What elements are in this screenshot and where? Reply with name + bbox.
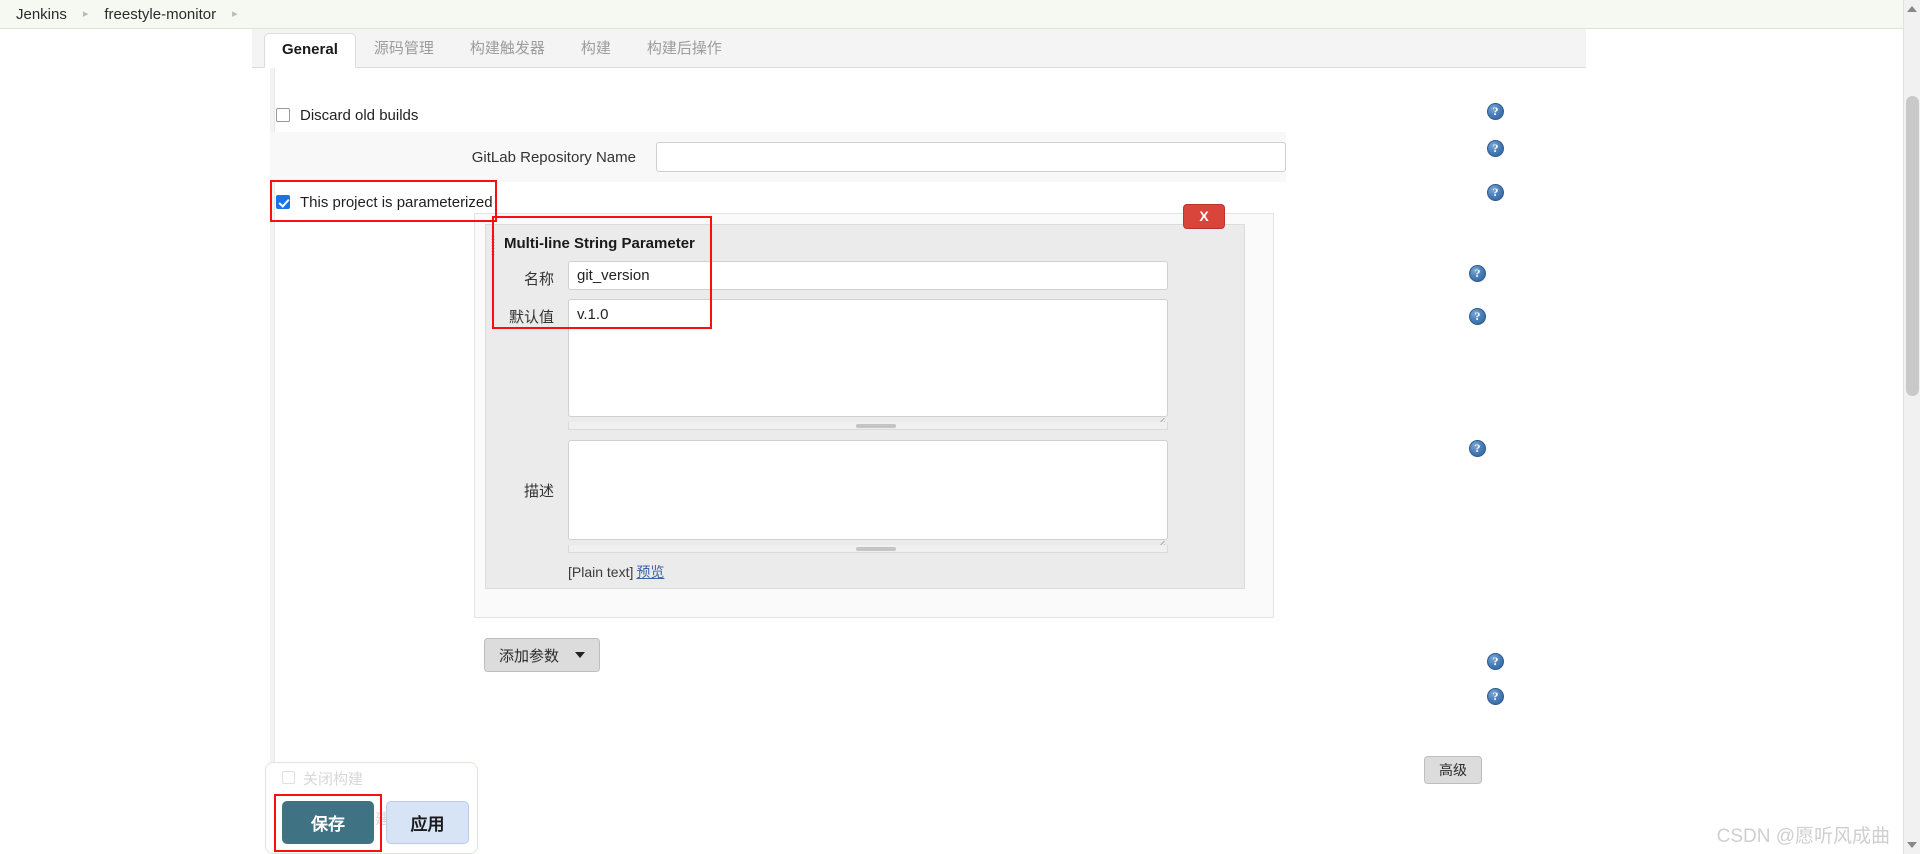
parameter-default-value-label: 默认值 [508,309,554,326]
scrollbar-thumb[interactable] [1906,96,1919,396]
row-parameter-default-value: 默认值 [486,299,1244,430]
advanced-button[interactable]: 高级 [1424,756,1482,784]
tab-post-build-actions[interactable]: 构建后操作 [629,29,740,67]
remove-parameter-button[interactable]: X [1183,204,1225,229]
left-sidebar [0,29,252,854]
help-icon-project-parameterized[interactable]: ? [1487,184,1504,201]
tab-source-code-management[interactable]: 源码管理 [356,29,452,67]
row-gitlab-repository-name: GitLab Repository Name [270,132,1286,182]
help-icon-parameter-description[interactable]: ? [1469,440,1486,457]
parameter-name-label: 名称 [523,271,554,288]
parameter-description-textarea[interactable] [568,440,1168,540]
breadcrumb-separator-icon-2: ▸ [232,7,238,20]
help-icon-gitlab-repository-name[interactable]: ? [1487,140,1504,157]
parameter-description-label: 描述 [523,483,554,500]
description-textarea-wrap [568,440,1168,553]
breadcrumb-item-jenkins[interactable]: Jenkins [14,6,69,23]
scroll-up-arrow-icon[interactable] [1907,6,1917,12]
help-icon-parameter-default-value[interactable]: ? [1469,308,1486,325]
disable-build-label: 关闭构建 [303,771,364,788]
parameter-type-title: Multi-line String Parameter [504,235,695,252]
parameter-default-value-textarea[interactable] [568,299,1168,417]
watermark: CSDN @愿听风成曲 [1716,826,1890,847]
breadcrumb-item-freestyle-monitor[interactable]: freestyle-monitor [102,6,218,23]
preview-link[interactable]: 预览 [636,564,664,580]
tab-build-triggers[interactable]: 构建触发器 [452,29,563,67]
drag-handle-icon[interactable] [490,235,497,255]
row-discard-old-builds: Discard old builds [276,98,1286,132]
tab-general[interactable]: General [264,33,356,68]
config-tabs: General 源码管理 构建触发器 构建 构建后操作 [252,29,1586,68]
discard-old-builds-checkbox[interactable] [276,108,290,122]
project-parameterized-label: This project is parameterized [300,193,493,211]
apply-button[interactable]: 应用 [386,801,469,844]
right-empty-area [1586,29,1903,854]
help-icon-discard-old-builds[interactable]: ? [1487,103,1504,120]
project-parameterized-checkbox[interactable] [276,195,290,209]
page-body: General 源码管理 构建触发器 构建 构建后操作 Discard old … [0,29,1920,854]
default-value-textarea-wrap [568,299,1168,430]
breadcrumb-separator-icon: ▸ [82,7,89,20]
help-icon-concurrent-build[interactable]: ? [1487,688,1504,705]
general-form: Discard old builds ? GitLab Repository N… [252,68,1586,854]
gitlab-repository-name-label: GitLab Repository Name [471,148,636,166]
tab-build[interactable]: 构建 [563,29,629,67]
row-parameter-name: 名称 [486,261,1244,299]
default-value-horizontal-scrollbar[interactable] [568,422,1168,430]
parameter-name-input[interactable] [568,261,1168,290]
save-button[interactable]: 保存 [282,801,374,844]
add-parameter-button[interactable]: 添加参数 [484,638,601,672]
job-config-panel: General 源码管理 构建触发器 构建 构建后操作 Discard old … [252,29,1586,854]
scroll-down-arrow-icon[interactable] [1907,842,1917,848]
breadcrumb: Jenkins ▸ freestyle-monitor ▸ [0,0,1920,29]
plain-text-note: [Plain text] [568,564,634,580]
add-parameter-label: 添加参数 [499,647,560,665]
chevron-down-icon [575,652,586,658]
help-icon-disable-build[interactable]: ? [1487,653,1504,670]
description-horizontal-scrollbar[interactable] [568,545,1168,553]
save-apply-bar: 保存 应用 [282,801,469,844]
markup-formatter-row: [Plain text] 预览 [568,553,1244,588]
multi-line-string-parameter-card: Multi-line String Parameter 名称 默认值 [485,224,1245,589]
row-parameter-description: 描述 [486,430,1244,553]
help-icon-parameter-name[interactable]: ? [1469,265,1486,282]
gitlab-repository-name-input[interactable] [656,142,1286,172]
page-scrollbar[interactable] [1903,0,1920,854]
discard-old-builds-label: Discard old builds [300,106,419,124]
parameter-container: X Multi-line String Parameter 名称 默认值 [474,204,1274,618]
disable-build-checkbox[interactable] [282,771,295,784]
